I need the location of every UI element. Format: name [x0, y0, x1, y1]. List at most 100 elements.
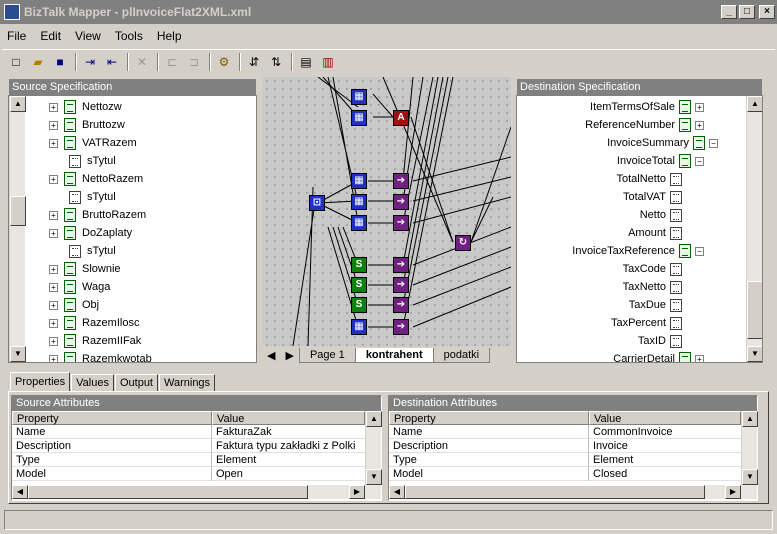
expand-icon[interactable]: + — [49, 336, 58, 346]
destination-attributes-scrollbar[interactable]: ▲ ▼ — [741, 411, 758, 485]
destination-field-node[interactable]: TotalVAT — [623, 188, 682, 206]
menu-tools[interactable]: Tools — [108, 26, 150, 46]
tab-values[interactable]: Values — [71, 374, 114, 392]
expand-icon[interactable]: + — [49, 354, 58, 362]
arrow-functoid[interactable]: ➔ — [393, 215, 409, 231]
destination-attributes-hscroll[interactable]: ◀ ▶ — [389, 485, 757, 499]
scroll-up-arrow[interactable]: ▲ — [10, 96, 26, 112]
attribute-value[interactable]: Faktura typu zakładki z Polki — [212, 439, 365, 453]
source-field-node[interactable]: sTytul — [69, 188, 116, 206]
mapping-grid[interactable]: ▦ ▦ A ▦ ▦ ▦ ⊡ ➔ ➔ ➔ ↻ S S S ▦ ➔ ➔ ➔ ➔ — [263, 77, 511, 346]
expand-icon[interactable]: + — [49, 264, 58, 274]
property-column-header[interactable]: Property — [12, 411, 212, 425]
minimize-button[interactable]: _ — [721, 5, 737, 19]
database-functoid[interactable]: ▦ — [351, 173, 367, 189]
attribute-value[interactable]: Element — [589, 453, 741, 467]
expand-icon[interactable]: − — [695, 156, 704, 166]
database-functoid[interactable]: ▦ — [351, 89, 367, 105]
destination-record-node[interactable]: ItemTermsOfSale + — [590, 98, 704, 116]
menu-help[interactable]: Help — [150, 26, 189, 46]
source-record-node[interactable]: + Obj — [49, 296, 99, 314]
database-functoid[interactable]: ▦ — [351, 194, 367, 210]
destination-record-node[interactable]: InvoiceSummary − — [607, 134, 718, 152]
scroll-right-arrow[interactable]: ▶ — [725, 485, 741, 499]
tab-warnings[interactable]: Warnings — [159, 374, 216, 392]
destination-tree[interactable]: ItemTermsOfSale + ReferenceNumber + InvoiceS… — [516, 95, 763, 363]
source-record-node[interactable]: + NettoRazem — [49, 170, 143, 188]
tab-podatki[interactable]: podatki — [432, 347, 491, 363]
database-functoid[interactable]: ▦ — [351, 319, 367, 335]
attribute-row[interactable]: Model Closed — [389, 467, 741, 481]
source-record-node[interactable]: + Nettozw — [49, 98, 122, 116]
arrow-functoid[interactable]: ➔ — [393, 319, 409, 335]
attribute-row[interactable]: Name FakturaZak — [12, 425, 365, 439]
scroll-up-arrow[interactable]: ▲ — [747, 96, 762, 112]
source-record-node[interactable]: + DoZaplaty — [49, 224, 132, 242]
page-next-arrow[interactable]: ▶ — [279, 349, 299, 362]
source-record-node[interactable]: + Slownie — [49, 260, 121, 278]
attribute-value[interactable]: FakturaZak — [212, 425, 365, 439]
script-functoid[interactable]: ↻ — [455, 235, 471, 251]
expand-icon[interactable]: + — [49, 318, 58, 328]
string-functoid[interactable]: S — [351, 297, 367, 313]
maximize-button[interactable]: □ — [739, 5, 755, 19]
destination-record-node[interactable]: CarrierDetail + — [613, 350, 704, 362]
attribute-row[interactable]: Description Faktura typu zakładki z Polki — [12, 439, 365, 453]
destination-field-node[interactable]: TaxNetto — [623, 278, 682, 296]
value-column-header[interactable]: Value — [589, 411, 741, 425]
database-functoid[interactable]: ▦ — [351, 215, 367, 231]
source-tree[interactable]: + Nettozw + Bruttozw + VATRazem sTytul + NettoRa… — [8, 95, 257, 363]
source-record-node[interactable]: + RazemIIFak — [49, 332, 141, 350]
title-bar[interactable]: BizTalk Mapper - plInvoiceFlat2XML.xml _… — [0, 0, 777, 24]
string-functoid[interactable]: S — [351, 277, 367, 293]
expand-icon[interactable]: + — [49, 102, 58, 112]
attribute-row[interactable]: Model Open — [12, 467, 365, 481]
scroll-up-arrow[interactable]: ▲ — [742, 411, 758, 427]
expand-icon[interactable]: + — [49, 138, 58, 148]
destination-field-node[interactable]: TaxPercent — [611, 314, 682, 332]
source-record-node[interactable]: + Razemkwotab — [49, 350, 152, 362]
source-record-node[interactable]: + Bruttozw — [49, 116, 125, 134]
scroll-down-arrow[interactable]: ▼ — [366, 469, 382, 485]
scroll-up-arrow[interactable]: ▲ — [366, 411, 382, 427]
import-icon[interactable]: ⇥ — [80, 52, 100, 72]
test-icon[interactable]: ⇵ — [244, 52, 264, 72]
tab-page-1[interactable]: Page 1 — [298, 347, 356, 363]
expand-icon[interactable]: + — [49, 300, 58, 310]
remove-record-icon[interactable]: ▥ — [318, 52, 338, 72]
menu-file[interactable]: File — [0, 26, 33, 46]
destination-field-node[interactable]: TaxID — [638, 332, 682, 350]
export-icon[interactable]: ⇤ — [102, 52, 122, 72]
scroll-right-arrow[interactable]: ▶ — [349, 485, 365, 499]
expand-icon[interactable]: + — [49, 228, 58, 238]
expand-icon[interactable]: + — [49, 120, 58, 130]
attribute-value[interactable]: Closed — [589, 467, 741, 481]
arrow-functoid[interactable]: ➔ — [393, 277, 409, 293]
scroll-thumb[interactable] — [28, 485, 308, 499]
destination-field-node[interactable]: Amount — [628, 224, 682, 242]
compile-icon[interactable]: ⚙ — [214, 52, 234, 72]
string-concat-functoid[interactable]: A — [393, 110, 409, 126]
tab-kontrahent[interactable]: kontrahent — [354, 347, 434, 363]
destination-record-node[interactable]: InvoiceTotal − — [617, 152, 704, 170]
expand-icon[interactable]: + — [49, 174, 58, 184]
database-functoid[interactable]: ▦ — [351, 110, 367, 126]
add-record-icon[interactable]: ▤ — [296, 52, 316, 72]
destination-field-node[interactable]: Netto — [640, 206, 682, 224]
destination-scrollbar[interactable]: ▲ ▼ — [746, 96, 762, 362]
attribute-row[interactable]: Type Element — [389, 453, 741, 467]
menu-view[interactable]: View — [68, 26, 108, 46]
tab-output[interactable]: Output — [114, 374, 158, 392]
open-icon[interactable]: ▰ — [28, 52, 48, 72]
scroll-down-arrow[interactable]: ▼ — [10, 346, 26, 362]
arrow-functoid[interactable]: ➔ — [393, 194, 409, 210]
validate-icon[interactable]: ⇅ — [266, 52, 286, 72]
destination-field-node[interactable]: TotalNetto — [616, 170, 682, 188]
arrow-functoid[interactable]: ➔ — [393, 297, 409, 313]
expand-icon[interactable]: + — [49, 210, 58, 220]
source-record-node[interactable]: + BruttoRazem — [49, 206, 146, 224]
source-scrollbar[interactable]: ▲ ▼ — [9, 96, 26, 362]
attribute-row[interactable]: Name CommonInvoice — [389, 425, 741, 439]
tab-properties[interactable]: Properties — [10, 372, 71, 392]
expand-icon[interactable]: + — [695, 354, 704, 362]
